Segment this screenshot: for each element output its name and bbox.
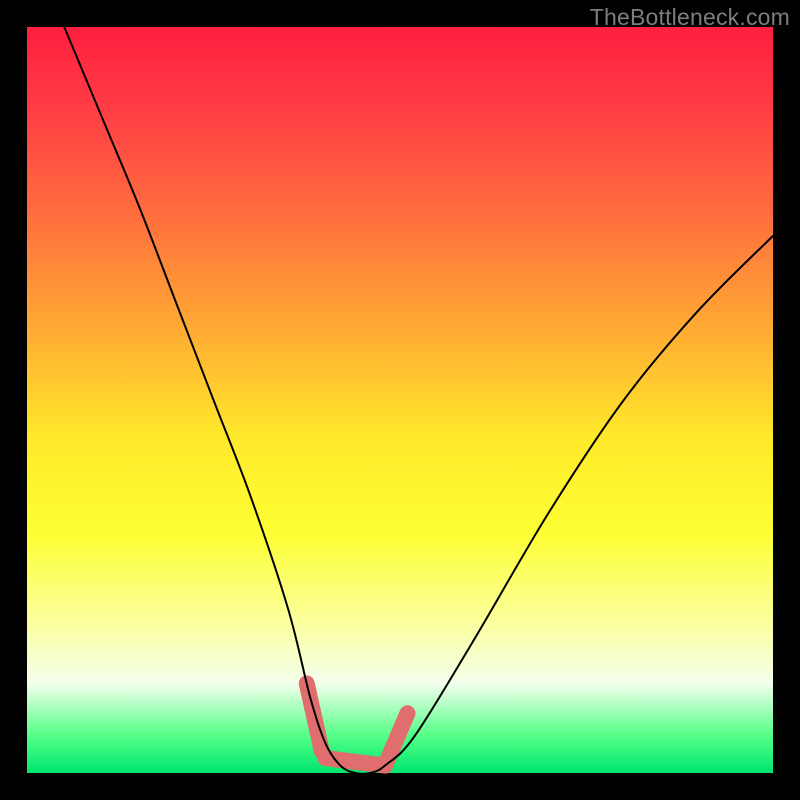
bottleneck-curve [64, 27, 773, 774]
chart-frame: TheBottleneck.com [0, 0, 800, 800]
curve-nubs [307, 683, 408, 765]
curve-svg [27, 27, 773, 773]
plot-area [27, 27, 773, 773]
